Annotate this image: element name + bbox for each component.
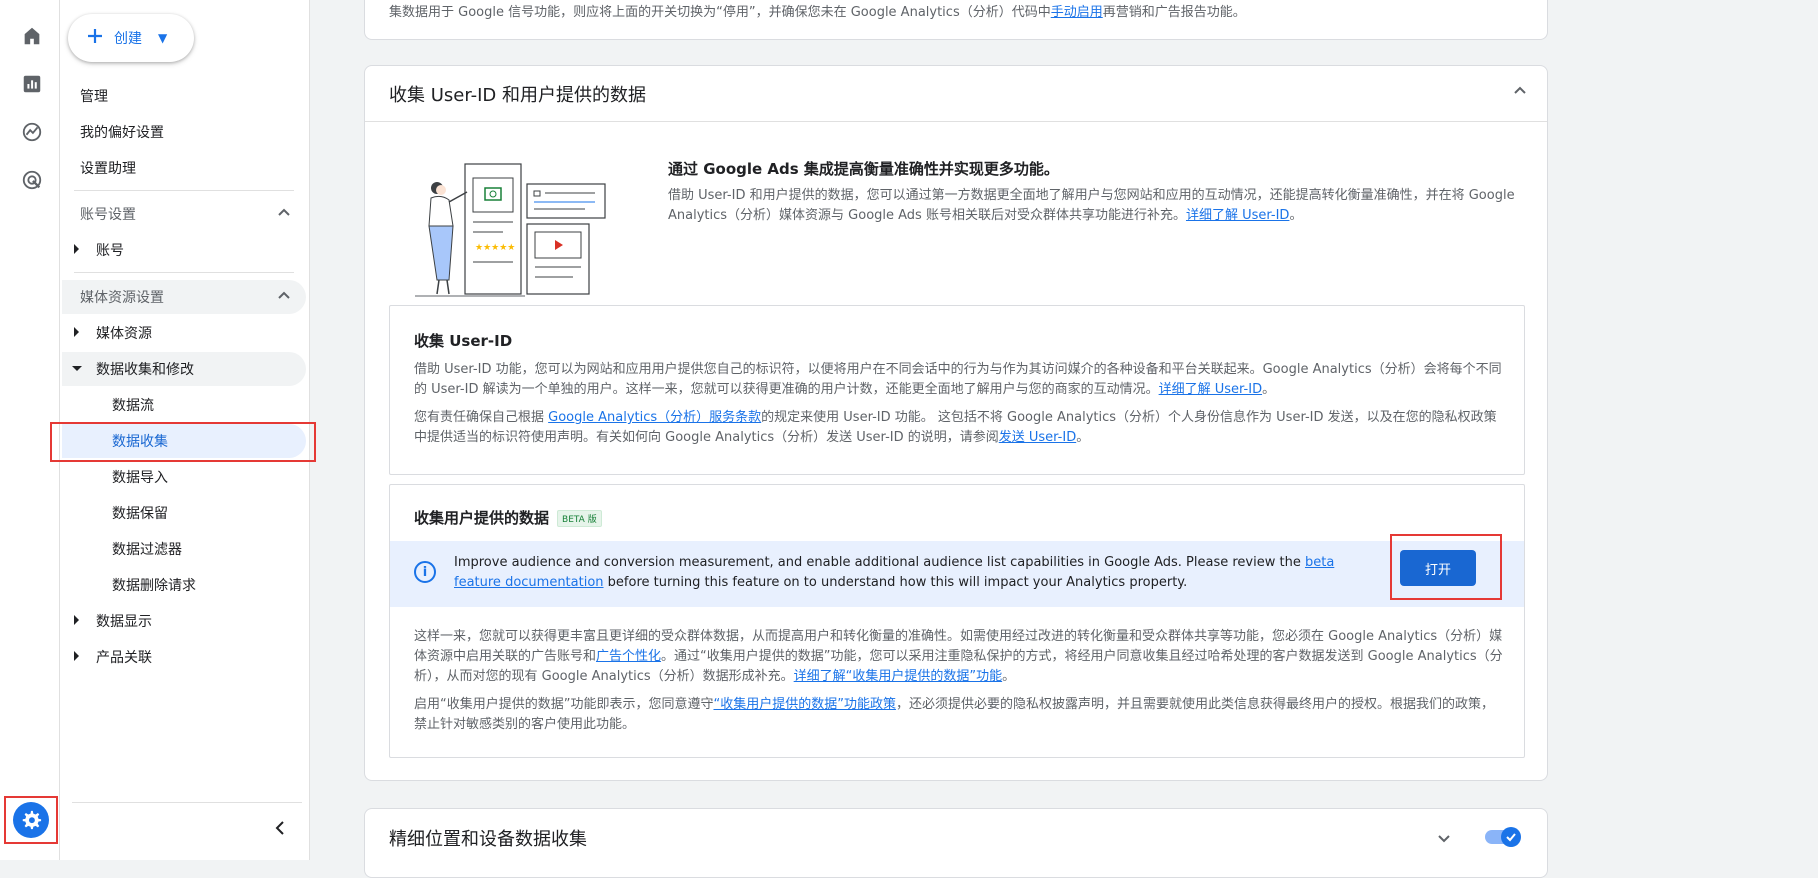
intro-text: 借助 User-ID 和用户提供的数据，您可以通过第一方数据更全面地了解用户与您… — [668, 186, 1528, 226]
nav-item-product-links[interactable]: 产品关联 — [62, 640, 306, 674]
user-id-paragraph-2: 您有责任确保自己根据 Google Analytics（分析）服务条款的规定来使… — [414, 408, 1504, 448]
chevron-up-icon — [276, 288, 292, 308]
user-id-paragraph-1: 借助 User-ID 功能，您可以为网站和应用用户提供您自己的标识符，以便将用户… — [414, 360, 1504, 400]
user-provided-data-paragraph-2: 启用“收集用户提供的数据”功能即表示，您同意遵守“收集用户提供的数据”功能政策，… — [414, 695, 1504, 735]
text: 。 — [1262, 382, 1276, 397]
info-banner: i Improve audience and conversion measur… — [390, 541, 1524, 607]
text: 。 — [1002, 669, 1016, 684]
create-button[interactable]: 创建 ▼ — [68, 14, 194, 62]
reports-icon[interactable] — [18, 70, 46, 98]
collapse-arrow-icon — [72, 366, 82, 371]
active-item-highlight — [50, 422, 316, 462]
nav-divider — [74, 272, 294, 273]
nav-sub-data-filters[interactable]: 数据过滤器 — [62, 532, 306, 566]
nav-item-property[interactable]: 媒体资源 — [62, 316, 306, 350]
nav-item-data-display[interactable]: 数据显示 — [62, 604, 306, 638]
expand-arrow-icon — [74, 615, 79, 625]
open-button-highlight: 打开 — [1390, 534, 1502, 600]
nav-sub-data-retention[interactable]: 数据保留 — [62, 496, 306, 530]
nav-sub-data-import[interactable]: 数据导入 — [62, 460, 306, 494]
google-signals-card: 集数据用于 Google 信号功能，则应将上面的开关切换为“停用”，并确保您未在… — [364, 0, 1548, 40]
nav-setup-assistant[interactable]: 设置助理 — [80, 158, 136, 178]
property-settings-label: 媒体资源设置 — [80, 290, 164, 306]
nav-item-data-collection-label: 数据收集和修改 — [96, 362, 194, 378]
text: Improve audience and conversion measurem… — [454, 555, 1305, 570]
chevron-up-icon — [276, 205, 292, 225]
user-id-card-header[interactable]: 收集 User-ID 和用户提供的数据 — [365, 66, 1547, 122]
info-icon: i — [414, 561, 436, 583]
plus-icon — [86, 27, 104, 49]
advertising-icon[interactable] — [18, 166, 46, 194]
text: 启用“收集用户提供的数据”功能即表示，您同意遵守 — [414, 697, 714, 712]
gear-icon[interactable] — [13, 802, 49, 838]
side-nav: 创建 ▼ 管理 我的偏好设置 设置助理 账号设置 账号 媒体资源设置 媒体资源 … — [50, 0, 316, 860]
chevron-up-icon[interactable] — [1511, 82, 1529, 105]
collect-user-id-title: 收集 User-ID — [414, 332, 513, 350]
text: 借助 User-ID 和用户提供的数据，您可以通过第一方数据更全面地了解用户与您… — [668, 188, 1515, 223]
nav-item-account[interactable]: 账号 — [62, 233, 306, 267]
title-text: 收集用户提供的数据 — [414, 509, 550, 527]
nav-item-data-collection[interactable]: 数据收集和修改 — [62, 352, 306, 386]
text: 再营销和广告报告功能。 — [1102, 5, 1246, 20]
check-icon — [1501, 827, 1521, 847]
open-button[interactable]: 打开 — [1400, 550, 1476, 586]
terms-of-service-link[interactable]: Google Analytics（分析）服务条款 — [548, 410, 761, 425]
beta-badge: BETA 版 — [557, 510, 602, 527]
nav-divider — [72, 802, 302, 803]
caret-down-icon[interactable]: ▼ — [158, 31, 167, 45]
home-icon[interactable] — [18, 22, 46, 50]
collapse-nav-icon[interactable] — [270, 818, 290, 842]
nav-item-account-label: 账号 — [96, 243, 124, 259]
learn-more-user-id-link[interactable]: 详细了解 User-ID — [1159, 382, 1262, 397]
main-content: 集数据用于 Google 信号功能，则应将上面的开关切换为“停用”，并确保您未在… — [310, 0, 1818, 878]
send-user-id-link[interactable]: 发送 User-ID — [999, 430, 1076, 445]
create-label: 创建 — [114, 31, 142, 47]
nav-sub-data-deletion[interactable]: 数据删除请求 — [62, 568, 306, 602]
text: before turning this feature on to unders… — [603, 575, 1188, 590]
granular-location-title: 精细位置和设备数据收集 — [389, 829, 587, 850]
learn-more-user-id-link[interactable]: 详细了解 User-ID — [1186, 208, 1289, 223]
manual-enable-link[interactable]: 手动启用 — [1051, 5, 1103, 20]
chevron-down-icon[interactable] — [1435, 829, 1453, 851]
property-settings-section[interactable]: 媒体资源设置 — [62, 280, 306, 314]
text: 。 — [1076, 430, 1090, 445]
google-signals-text: 集数据用于 Google 信号功能，则应将上面的开关切换为“停用”，并确保您未在… — [389, 1, 1246, 20]
text: 您有责任确保自己根据 — [414, 410, 549, 425]
collect-user-id-box: 收集 User-ID 借助 User-ID 功能，您可以为网站和应用用户提供您自… — [389, 305, 1525, 475]
nav-divider — [74, 190, 294, 191]
expand-arrow-icon — [74, 327, 79, 337]
svg-text:★★★★★: ★★★★★ — [475, 243, 515, 253]
user-provided-data-paragraph-1: 这样一来，您就可以获得更丰富且更详细的受众群体数据，从而提高用户和转化衡量的准确… — [414, 627, 1504, 687]
info-banner-text: Improve audience and conversion measurem… — [454, 553, 1354, 593]
granular-location-toggle[interactable] — [1485, 827, 1521, 847]
card-title: 收集 User-ID 和用户提供的数据 — [389, 84, 646, 106]
expand-arrow-icon — [74, 651, 79, 661]
learn-more-user-provided-data-link[interactable]: 详细了解“收集用户提供的数据”功能 — [794, 669, 1002, 684]
text: 借助 User-ID 功能，您可以为网站和应用用户提供您自己的标识符，以便将用户… — [414, 362, 1502, 397]
user-provided-data-policy-link[interactable]: “收集用户提供的数据”功能政策 — [713, 697, 895, 712]
expand-arrow-icon — [74, 244, 79, 254]
admin-settings-highlight[interactable] — [4, 796, 58, 844]
granular-location-card: 精细位置和设备数据收集 — [364, 808, 1548, 878]
nav-item-property-label: 媒体资源 — [96, 326, 152, 342]
account-settings-section[interactable]: 账号设置 — [62, 197, 306, 231]
explore-icon[interactable] — [18, 118, 46, 146]
nav-sub-data-streams[interactable]: 数据流 — [62, 388, 306, 422]
user-id-card: 收集 User-ID 和用户提供的数据 ★★★★★ 通过 Google Ads … — [364, 65, 1548, 781]
nav-item-data-display-label: 数据显示 — [96, 614, 152, 630]
ad-personalization-link[interactable]: 广告个性化 — [596, 649, 661, 664]
user-provided-data-title: 收集用户提供的数据 BETA 版 — [414, 507, 602, 528]
collect-user-provided-data-box: 收集用户提供的数据 BETA 版 i Improve audience and c… — [389, 484, 1525, 758]
text: 。 — [1289, 208, 1303, 223]
nav-item-product-links-label: 产品关联 — [96, 650, 152, 666]
nav-preferences[interactable]: 我的偏好设置 — [80, 122, 164, 142]
account-settings-label: 账号设置 — [80, 207, 136, 223]
nav-admin[interactable]: 管理 — [80, 86, 108, 106]
intro-title: 通过 Google Ads 集成提高衡量准确性并实现更多功能。 — [668, 160, 1059, 178]
illustration: ★★★★★ — [415, 162, 615, 306]
text: 集数据用于 Google 信号功能，则应将上面的开关切换为“停用”，并确保您未在… — [389, 5, 1051, 20]
